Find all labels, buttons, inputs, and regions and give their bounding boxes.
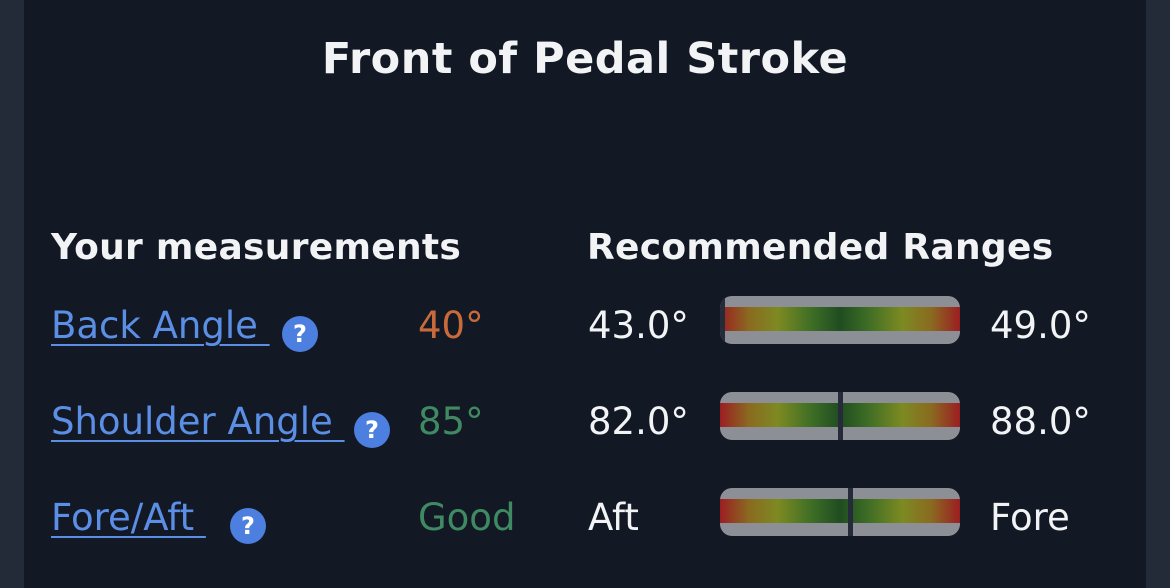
page-title: Front of Pedal Stroke (321, 34, 849, 84)
back-angle-gauge-marker (720, 296, 725, 344)
fore-aft-gauge-marker (847, 488, 853, 536)
fore-aft-range-min: Aft (588, 496, 639, 539)
shoulder-angle-help-icon[interactable]: ? (354, 412, 390, 448)
back-angle-link[interactable]: Back Angle (51, 304, 270, 347)
fore-aft-range-max: Fore (990, 496, 1070, 539)
shoulder-angle-range-gauge (720, 392, 960, 440)
back-angle-range-gauge (720, 296, 960, 344)
fore-aft-range-gauge (720, 488, 960, 536)
measurement-row-fore-aft: Fore/Aft ? Good Aft Fore (0, 496, 1170, 556)
fore-aft-help-icon[interactable]: ? (230, 508, 266, 544)
measurements-header: Your measurements (51, 227, 462, 268)
gauge-gradient (720, 499, 960, 523)
shoulder-angle-range-max: 88.0° (990, 400, 1091, 443)
back-angle-help-icon[interactable]: ? (282, 316, 318, 352)
fore-aft-link[interactable]: Fore/Aft (51, 496, 206, 539)
shoulder-angle-gauge-marker (838, 392, 843, 440)
ranges-header: Recommended Ranges (587, 227, 1054, 268)
fore-aft-value: Good (418, 496, 516, 539)
measurement-row-shoulder-angle: Shoulder Angle ? 85° 82.0° 88.0° (0, 400, 1170, 460)
shoulder-angle-range-min: 82.0° (588, 400, 689, 443)
measurement-row-back-angle: Back Angle ? 40° 43.0° 49.0° (0, 304, 1170, 364)
shoulder-angle-value: 85° (418, 400, 484, 443)
shoulder-angle-link[interactable]: Shoulder Angle (51, 400, 345, 443)
gauge-gradient (720, 307, 960, 331)
back-angle-value: 40° (418, 304, 484, 347)
back-angle-range-min: 43.0° (588, 304, 689, 347)
back-angle-range-max: 49.0° (990, 304, 1091, 347)
